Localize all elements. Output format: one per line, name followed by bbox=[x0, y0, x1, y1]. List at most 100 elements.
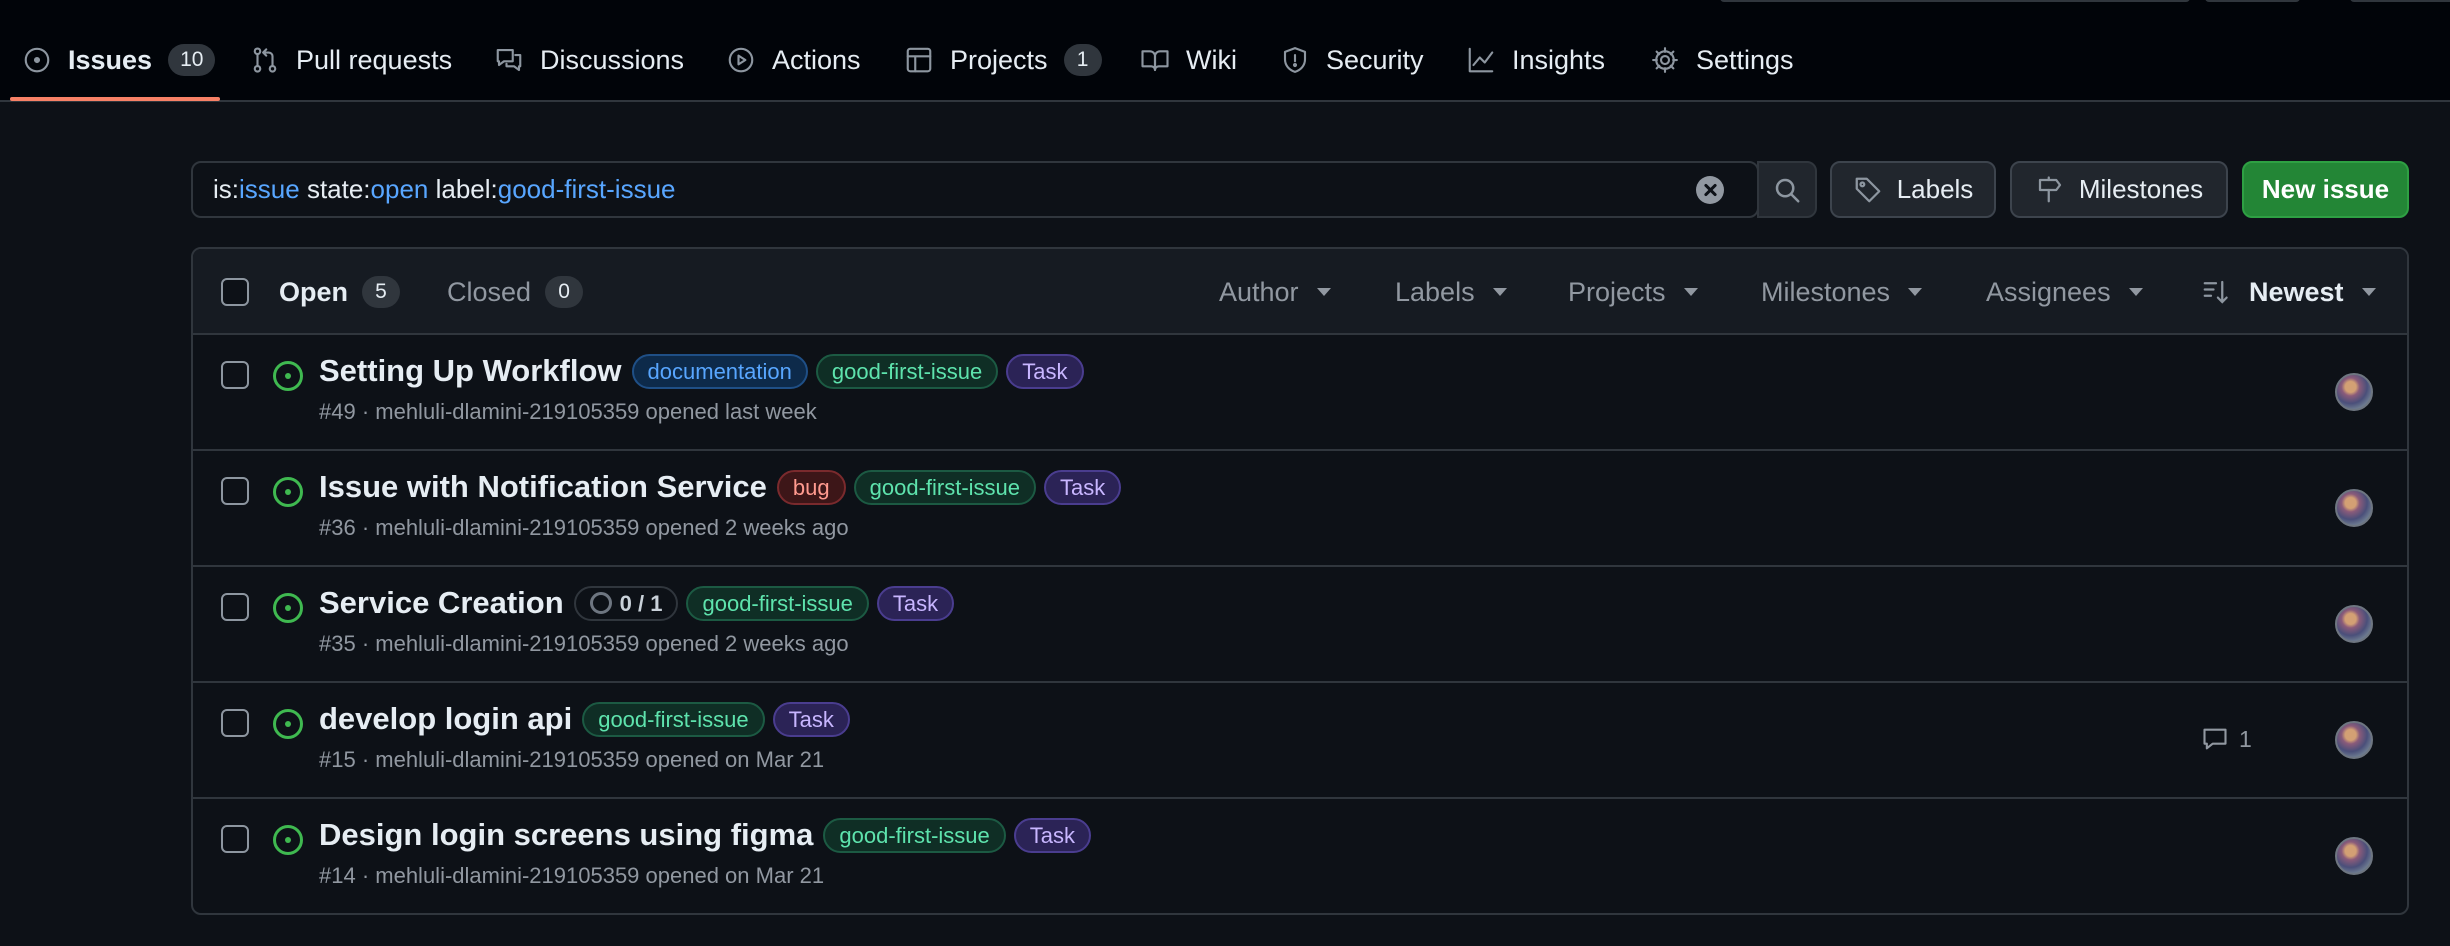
issue-checkbox[interactable] bbox=[221, 709, 249, 737]
gear-icon bbox=[1652, 47, 1678, 73]
labels-button-label: Labels bbox=[1896, 174, 1974, 204]
tab-label: Settings bbox=[1696, 44, 1794, 75]
issue-meta: #49 · mehluli-dlamini-219105359 opened l… bbox=[319, 399, 817, 424]
projects-filter[interactable]: Projects bbox=[1568, 249, 1698, 335]
label-good-first-issue[interactable]: good-first-issue bbox=[686, 585, 869, 621]
issue-open-icon bbox=[273, 477, 303, 507]
comment-count: 1 bbox=[2239, 725, 2252, 752]
query-key: label: bbox=[435, 174, 498, 204]
issue-row[interactable]: develop login api good-first-issue Task … bbox=[193, 683, 2407, 799]
label-documentation[interactable]: documentation bbox=[631, 353, 808, 389]
search-input[interactable]: is:issue state:open label:good-first-iss… bbox=[191, 161, 1759, 218]
labels-filter[interactable]: Labels bbox=[1395, 249, 1507, 335]
author-filter[interactable]: Author bbox=[1219, 249, 1331, 335]
issue-title[interactable]: develop login api bbox=[319, 701, 572, 737]
issue-title-row: Issue with Notification Service bug good… bbox=[319, 465, 1122, 509]
assignee-avatar[interactable] bbox=[2335, 721, 2373, 759]
tab-actions[interactable]: Actions bbox=[726, 30, 861, 90]
issue-row[interactable]: Design login screens using figma good-fi… bbox=[193, 799, 2407, 913]
filter-label: Labels bbox=[1395, 276, 1475, 307]
issue-meta: #15 · mehluli-dlamini-219105359 opened o… bbox=[319, 747, 825, 772]
clear-search-icon[interactable] bbox=[1696, 176, 1724, 204]
tab-projects[interactable]: Projects 1 bbox=[904, 30, 1102, 90]
tag-icon bbox=[1855, 177, 1881, 202]
open-label: Open bbox=[279, 276, 349, 307]
issue-checkbox[interactable] bbox=[221, 361, 249, 389]
issue-checkbox[interactable] bbox=[221, 477, 249, 505]
label-good-first-issue[interactable]: good-first-issue bbox=[823, 817, 1006, 853]
query-value: open bbox=[370, 174, 429, 204]
label-good-first-issue[interactable]: good-first-issue bbox=[853, 469, 1037, 505]
tab-label: Insights bbox=[1512, 44, 1606, 75]
tab-security[interactable]: Security bbox=[1280, 30, 1424, 90]
label-good-first-issue[interactable]: good-first-issue bbox=[815, 353, 999, 389]
active-tab-underline bbox=[10, 97, 220, 101]
new-issue-button[interactable]: New issue bbox=[2242, 161, 2409, 218]
issue-open-icon bbox=[273, 361, 303, 391]
issues-list-header: Open 5 Closed 0 Author Labels Projects M… bbox=[193, 249, 2407, 335]
tab-insights[interactable]: Insights bbox=[1466, 30, 1605, 90]
issue-checkbox[interactable] bbox=[221, 825, 249, 853]
issue-row[interactable]: Setting Up Workflow documentation good-f… bbox=[193, 335, 2407, 451]
issue-title[interactable]: Design login screens using figma bbox=[319, 817, 813, 853]
query-key: state: bbox=[306, 174, 371, 204]
closed-issues-tab[interactable]: Closed 0 bbox=[447, 249, 584, 335]
issue-title[interactable]: Setting Up Workflow bbox=[319, 353, 622, 389]
labels-button[interactable]: Labels bbox=[1830, 161, 1996, 218]
label-task[interactable]: Task bbox=[1044, 469, 1122, 505]
issue-row[interactable]: Issue with Notification Service bug good… bbox=[193, 451, 2407, 567]
tab-issues[interactable]: Issues 10 bbox=[22, 30, 216, 90]
open-issues-tab[interactable]: Open 5 bbox=[279, 249, 401, 335]
new-issue-button-label: New issue bbox=[2261, 174, 2390, 204]
issue-title[interactable]: Issue with Notification Service bbox=[319, 469, 767, 505]
chevron-down-icon bbox=[1316, 288, 1331, 296]
query-value: issue bbox=[239, 174, 300, 204]
issue-title-row: Design login screens using figma good-fi… bbox=[319, 813, 1092, 857]
assignee-avatar[interactable] bbox=[2335, 489, 2373, 527]
label-task[interactable]: Task bbox=[1013, 817, 1092, 853]
assignee-avatar[interactable] bbox=[2335, 373, 2373, 411]
tab-label: Security bbox=[1326, 44, 1424, 75]
label-task[interactable]: Task bbox=[1006, 353, 1084, 389]
issue-title[interactable]: Service Creation bbox=[319, 585, 564, 621]
chevron-down-icon bbox=[2128, 288, 2143, 296]
issue-checkbox[interactable] bbox=[221, 593, 249, 621]
table-icon bbox=[906, 47, 932, 73]
play-icon bbox=[728, 47, 754, 73]
comment-icon bbox=[2203, 728, 2227, 750]
search-button[interactable] bbox=[1757, 161, 1817, 218]
issues-count: 10 bbox=[168, 44, 216, 76]
shield-icon bbox=[1283, 47, 1307, 73]
milestones-button-label: Milestones bbox=[2078, 174, 2204, 204]
sort-dropdown[interactable]: Newest bbox=[2201, 249, 2376, 335]
header-control-edge bbox=[1720, 0, 2190, 2]
comments-link[interactable]: 1 bbox=[2201, 719, 2252, 759]
label-bug[interactable]: bug bbox=[776, 469, 846, 505]
milestones-button[interactable]: Milestones bbox=[2010, 161, 2228, 218]
label-good-first-issue[interactable]: good-first-issue bbox=[582, 701, 765, 737]
tab-label: Discussions bbox=[540, 44, 685, 75]
issue-open-icon bbox=[273, 593, 303, 623]
tab-pull-requests[interactable]: Pull requests bbox=[250, 30, 452, 90]
tab-wiki[interactable]: Wiki bbox=[1140, 30, 1237, 90]
assignee-avatar[interactable] bbox=[2335, 837, 2373, 875]
issue-row[interactable]: Service Creation 0 / 1 good-first-issue … bbox=[193, 567, 2407, 683]
tab-settings[interactable]: Settings bbox=[1650, 30, 1794, 90]
assignees-filter[interactable]: Assignees bbox=[1986, 249, 2143, 335]
select-all-checkbox[interactable] bbox=[221, 278, 249, 306]
projects-count: 1 bbox=[1063, 44, 1102, 76]
filter-label: Projects bbox=[1568, 276, 1666, 307]
label-task[interactable]: Task bbox=[772, 701, 850, 737]
milestone-icon bbox=[2038, 175, 2061, 202]
tab-label: Projects bbox=[950, 44, 1048, 75]
tab-discussions[interactable]: Discussions bbox=[494, 30, 684, 90]
assignee-avatar[interactable] bbox=[2335, 605, 2373, 643]
graph-icon bbox=[1468, 47, 1494, 73]
label-task[interactable]: Task bbox=[876, 585, 955, 621]
tab-label: Pull requests bbox=[296, 44, 453, 75]
milestones-filter[interactable]: Milestones bbox=[1761, 249, 1923, 335]
sub-issues-progress[interactable]: 0 / 1 bbox=[573, 585, 679, 621]
chevron-down-icon bbox=[1492, 288, 1507, 296]
chevron-down-icon bbox=[1908, 288, 1923, 296]
tab-label: Wiki bbox=[1186, 44, 1237, 75]
